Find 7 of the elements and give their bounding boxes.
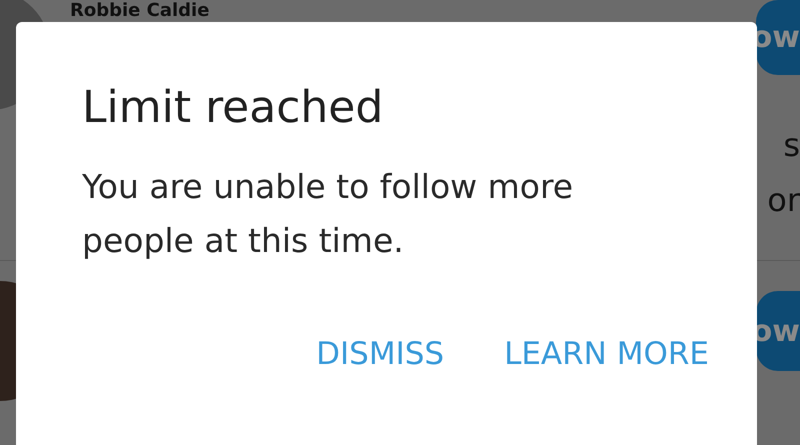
bio-text: s [783, 125, 800, 165]
bio-text: or [767, 180, 800, 220]
dialog-message: You are unable to follow more people at this time. [82, 166, 574, 262]
dialog-title: Limit reached [82, 81, 384, 135]
dialog-action-button[interactable]: LEARN MORE [504, 336, 709, 372]
dialog-action-button[interactable]: DISMISS [316, 336, 444, 372]
user-name: Robbie Caldie [70, 0, 210, 22]
